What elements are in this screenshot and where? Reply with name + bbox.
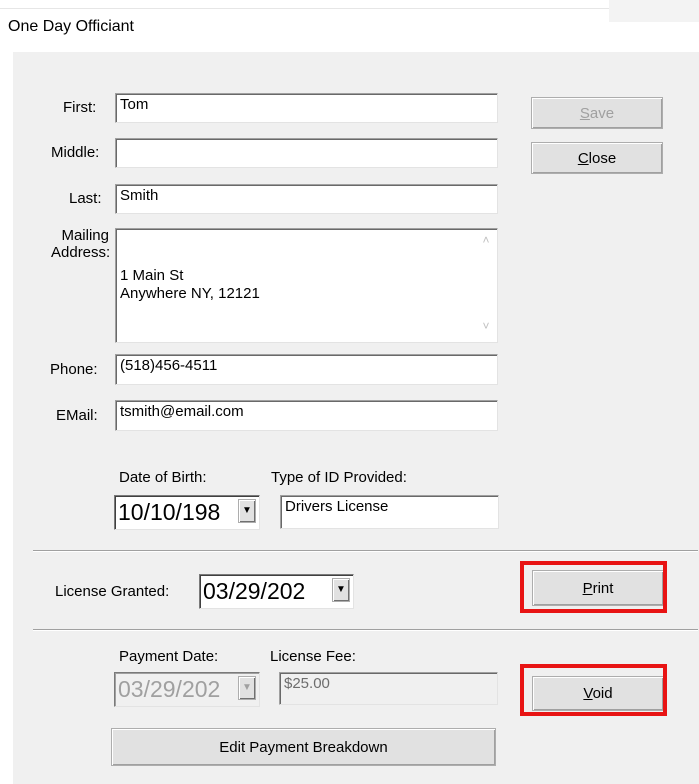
license-fee-field: $25.00: [279, 672, 498, 705]
chevron-up-icon[interactable]: ˄: [479, 233, 493, 247]
last-name-field[interactable]: Smith: [115, 184, 498, 214]
payment-date-picker: 03/29/202 ▼: [114, 672, 260, 707]
save-button[interactable]: Save: [531, 97, 663, 129]
chevron-down-icon[interactable]: ▼: [332, 578, 350, 602]
titlebar-edge: [0, 0, 699, 9]
license-granted-date-picker[interactable]: 03/29/202 ▼: [199, 574, 354, 609]
chevron-down-icon[interactable]: ▼: [238, 499, 256, 523]
license-granted-label: License Granted:: [55, 583, 170, 600]
first-label: First:: [63, 99, 97, 116]
mailing-address-field[interactable]: 1 Main St Anywhere NY, 12121 ˄ ˅: [115, 228, 498, 343]
chevron-down-icon: ▼: [238, 676, 256, 700]
id-type-field[interactable]: Drivers License: [280, 495, 499, 529]
license-fee-label: License Fee:: [270, 648, 356, 665]
print-highlight-box: [520, 561, 667, 613]
window-corner: [609, 0, 699, 22]
edit-payment-breakdown-button[interactable]: Edit Payment Breakdown: [111, 728, 496, 766]
phone-field[interactable]: (518)456-4511: [115, 354, 498, 385]
dob-label: Date of Birth:: [119, 469, 207, 486]
separator: [33, 629, 698, 631]
chevron-down-icon[interactable]: ˅: [479, 319, 493, 333]
dob-value: 10/10/198: [118, 499, 221, 525]
middle-label: Middle:: [51, 144, 100, 161]
close-button[interactable]: Close: [531, 142, 663, 174]
id-type-label: Type of ID Provided:: [271, 469, 407, 486]
payment-date-label: Payment Date:: [119, 648, 219, 665]
payment-date-value: 03/29/202: [118, 676, 221, 702]
license-granted-value: 03/29/202: [203, 578, 306, 604]
mailing-address-text: 1 Main St Anywhere NY, 12121: [120, 267, 260, 302]
email-label: EMail:: [56, 407, 98, 424]
window-title: One Day Officiant: [8, 18, 134, 35]
dialog-panel: First: Tom Middle: Last: Smith Mailing A…: [13, 52, 699, 784]
middle-name-field[interactable]: [115, 138, 498, 168]
void-highlight-box: [520, 664, 667, 716]
phone-label: Phone:: [50, 361, 98, 378]
first-name-field[interactable]: Tom: [115, 93, 498, 123]
email-field[interactable]: tsmith@email.com: [115, 400, 498, 431]
separator: [33, 550, 698, 552]
mailing-address-label: Mailing Address:: [51, 227, 111, 261]
dob-date-picker[interactable]: 10/10/198 ▼: [114, 495, 260, 530]
last-label: Last:: [69, 190, 102, 207]
